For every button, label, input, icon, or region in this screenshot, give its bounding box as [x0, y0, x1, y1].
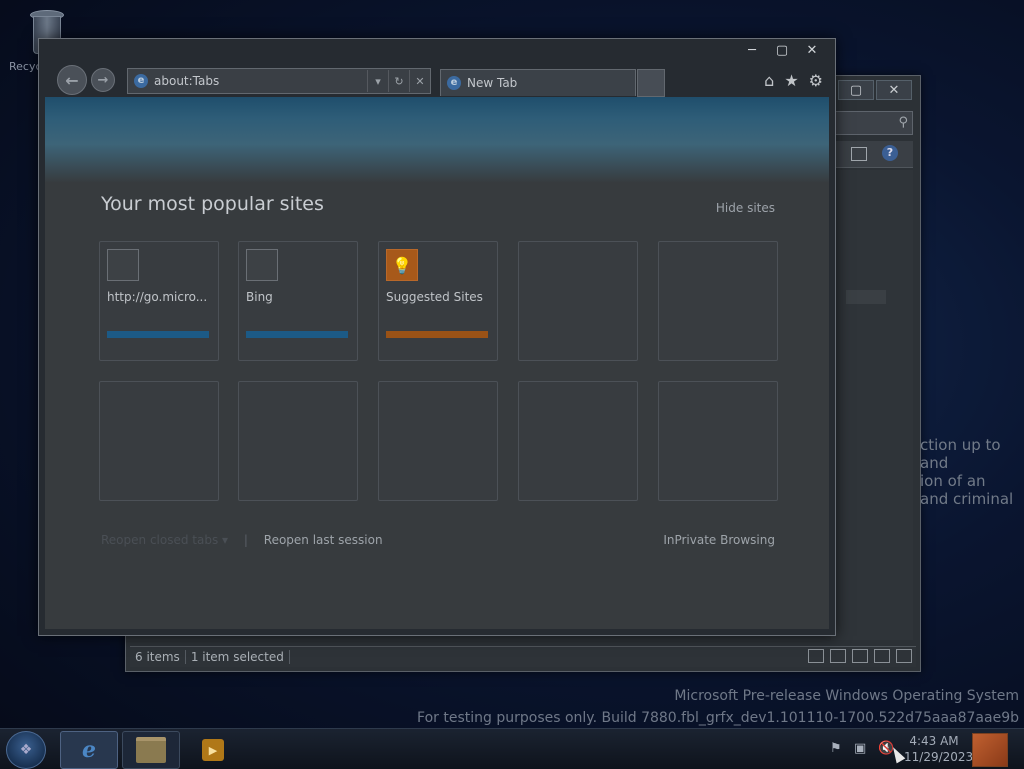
new-tab-page: Your most popular sites Hide sites http:…: [45, 97, 829, 629]
internet-explorer-icon: e: [82, 737, 96, 763]
clock-time: 4:43 AM: [909, 734, 959, 748]
start-button[interactable]: ❖: [6, 731, 46, 769]
taskbar-explorer-button[interactable]: [122, 731, 180, 769]
recycle-bin-label: Recyc: [9, 60, 42, 73]
site-tile-go-microsoft[interactable]: http://go.micro...: [99, 241, 219, 361]
taskbar-ie-button[interactable]: e: [60, 731, 118, 769]
help-icon[interactable]: ?: [882, 145, 898, 161]
explorer-toolbar: ?: [831, 141, 913, 168]
ie-close-button[interactable]: ✕: [797, 41, 827, 59]
site-tile-empty[interactable]: [238, 381, 358, 501]
tab-new-tab[interactable]: e New Tab: [440, 69, 636, 96]
activity-bar: [386, 331, 488, 338]
network-icon[interactable]: ▣: [854, 741, 866, 756]
hide-sites-link[interactable]: Hide sites: [716, 201, 775, 215]
address-dropdown-icon[interactable]: ▾: [367, 70, 388, 92]
activity-bar: [107, 331, 209, 338]
action-center-flag-icon[interactable]: ⚑: [830, 741, 842, 756]
taskbar: ❖ e ▶ ⚑ ▣ 🔇 4:43 AM 11/29/2023: [0, 728, 1024, 769]
site-tile-label: http://go.micro...: [107, 290, 208, 304]
refresh-icon[interactable]: ↻: [388, 70, 409, 92]
forward-arrow-icon: →: [97, 72, 109, 88]
search-icon: ⚲: [898, 115, 908, 130]
status-selected-count: 1 item selected: [186, 650, 290, 664]
site-tile-bing[interactable]: Bing: [238, 241, 358, 361]
show-desktop-button[interactable]: [972, 733, 1008, 767]
lightbulb-icon: 💡: [386, 249, 418, 281]
reopen-closed-tabs-link[interactable]: Reopen closed tabs ▾: [101, 533, 228, 547]
explorer-search-input[interactable]: ⚲: [831, 111, 913, 135]
header-swoosh: [623, 97, 829, 213]
site-tile-empty[interactable]: [99, 381, 219, 501]
site-favicon-blank: [246, 249, 278, 281]
windows-logo-icon: ❖: [19, 742, 33, 758]
new-tab-button[interactable]: [637, 69, 665, 97]
address-bar[interactable]: e about:Tabs ▾ ↻ ✕: [127, 68, 431, 94]
system-clock[interactable]: 4:43 AM 11/29/2023: [904, 733, 974, 765]
explorer-caption-buttons: ▢ ✕: [838, 80, 912, 100]
explorer-content: [831, 170, 913, 640]
site-tile-empty[interactable]: [518, 381, 638, 501]
explorer-close-button[interactable]: ✕: [876, 80, 912, 100]
taskbar-media-player-button[interactable]: ▶: [184, 731, 242, 769]
tiles-view-icon[interactable]: [830, 649, 846, 663]
details-view-icon[interactable]: [808, 649, 824, 663]
site-tile-empty[interactable]: [658, 381, 778, 501]
ie-maximize-button[interactable]: ▢: [767, 41, 797, 59]
site-tile-label: Bing: [246, 290, 273, 304]
inprivate-browsing-link[interactable]: InPrivate Browsing: [663, 533, 775, 547]
favorites-star-icon[interactable]: ★: [784, 71, 798, 90]
ie-minimize-button[interactable]: ─: [737, 41, 767, 59]
details-pane-icon[interactable]: [896, 649, 912, 663]
background-text: ction up to and ion of an and criminal: [920, 436, 1014, 508]
ie-command-icons: ⌂ ★ ⚙: [764, 71, 823, 90]
separator: |: [243, 533, 248, 547]
build-watermark-detail: For testing purposes only. Build 7880.fb…: [417, 710, 1019, 726]
view-toggle-group: [808, 649, 912, 663]
site-tile-empty[interactable]: [658, 241, 778, 361]
build-watermark-title: Microsoft Pre-release Windows Operating …: [674, 688, 1019, 704]
reopen-links: Reopen closed tabs ▾ | Reopen last sessi…: [101, 533, 383, 547]
ie-caption-buttons: ─ ▢ ✕: [737, 41, 827, 59]
gear-icon[interactable]: ⚙: [809, 71, 823, 90]
back-button[interactable]: ←: [57, 65, 87, 95]
home-icon[interactable]: ⌂: [764, 71, 774, 90]
status-item-count: 6 items: [130, 650, 186, 664]
media-player-icon: ▶: [202, 739, 224, 761]
tab-label: New Tab: [467, 76, 518, 90]
ie-tab-icon: e: [447, 76, 461, 90]
address-text[interactable]: about:Tabs: [154, 74, 367, 88]
back-arrow-icon: ←: [65, 70, 79, 90]
ie-window[interactable]: ─ ▢ ✕ ← → e about:Tabs ▾ ↻ ✕ e New Tab ⌂…: [38, 38, 836, 636]
forward-button[interactable]: →: [91, 68, 115, 92]
layout-pane-icon[interactable]: [852, 649, 868, 663]
activity-bar: [246, 331, 348, 338]
preview-pane-toggle-icon[interactable]: [874, 649, 890, 663]
clock-date: 11/29/2023: [904, 750, 974, 764]
site-tile-empty[interactable]: [378, 381, 498, 501]
site-tile-label: Suggested Sites: [386, 290, 483, 304]
reopen-last-session-link[interactable]: Reopen last session: [264, 533, 383, 547]
site-tile-suggested-sites[interactable]: 💡 Suggested Sites: [378, 241, 498, 361]
folder-icon: [136, 737, 166, 763]
explorer-status-bar: 6 items 1 item selected: [130, 646, 916, 667]
ie-page-icon: e: [134, 74, 148, 88]
page-title: Your most popular sites: [101, 193, 324, 215]
site-tile-empty[interactable]: [518, 241, 638, 361]
site-favicon-blank: [107, 249, 139, 281]
preview-pane-icon[interactable]: [851, 147, 867, 161]
stop-icon[interactable]: ✕: [409, 70, 430, 92]
explorer-maximize-button[interactable]: ▢: [838, 80, 874, 100]
